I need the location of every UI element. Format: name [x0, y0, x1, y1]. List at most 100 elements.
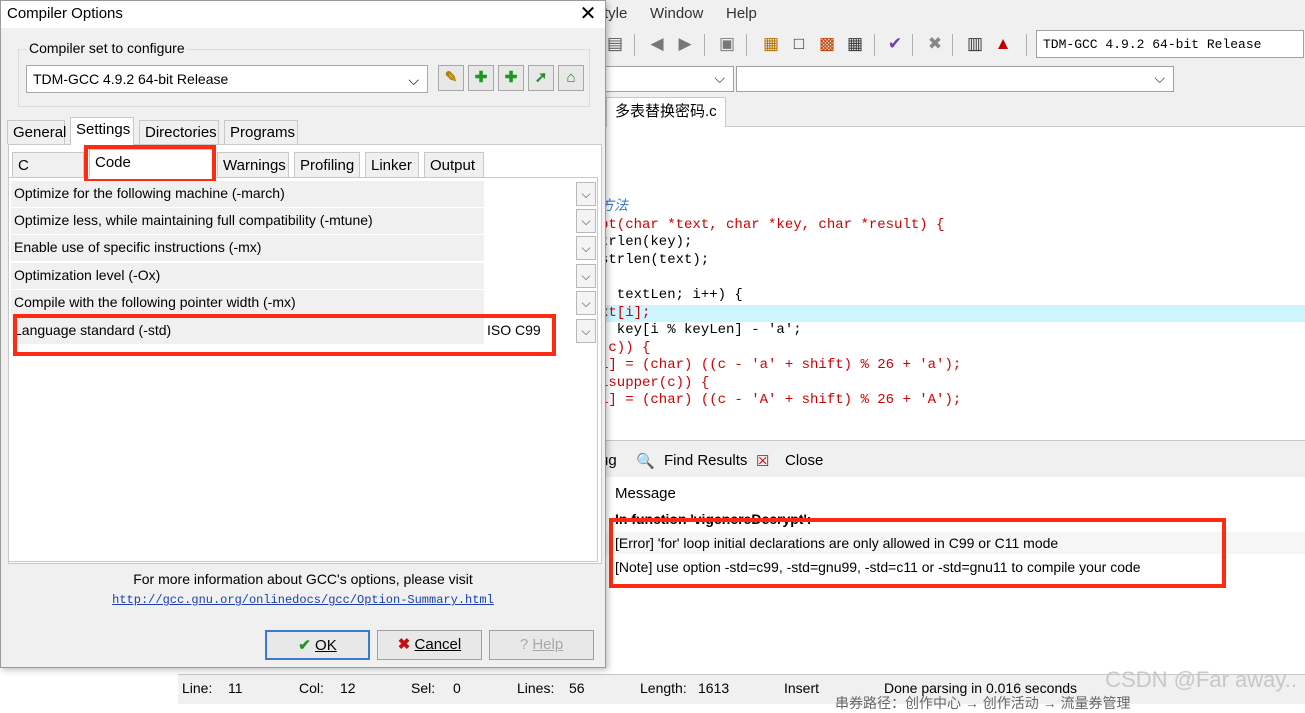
- compiler-set-select[interactable]: TDM-GCC 4.9.2 64-bit Release ⌵: [26, 65, 428, 93]
- ide-combo-bar: ⌵ ⌵: [600, 62, 1305, 96]
- status-line-label: Line:: [182, 680, 213, 696]
- status-length: 1613: [698, 680, 730, 696]
- chevron-down-icon[interactable]: ⌵: [576, 209, 596, 233]
- code-line: i] = (char) ((c - 'a' + shift) % 26 + 'a…: [600, 357, 962, 373]
- tab-close[interactable]: Close: [785, 452, 823, 469]
- menu-help[interactable]: Help: [726, 5, 757, 22]
- code-line: pt(char *text, char *key, char *result) …: [600, 217, 945, 233]
- code-line: i] = (char) ((c - 'A' + shift) % 26 + 'A…: [600, 392, 962, 408]
- status-sel: 0: [453, 680, 461, 696]
- subtab-c-options[interactable]: C options: [12, 152, 84, 199]
- info-text: For more information about GCC's options…: [133, 571, 473, 587]
- toolbar-separator: [746, 34, 747, 56]
- toolbar-separator: [874, 34, 875, 56]
- member-select[interactable]: ⌵: [736, 66, 1174, 92]
- code-line: isupper(c)) {: [600, 375, 710, 391]
- ok-label: OK: [315, 637, 337, 654]
- chevron-down-icon[interactable]: ⌵: [576, 291, 596, 315]
- help-button[interactable]: ? Help: [489, 630, 594, 660]
- tab-programs[interactable]: Programs: [224, 120, 298, 144]
- status-col: 12: [340, 680, 356, 696]
- rename-set-icon[interactable]: ✎: [438, 65, 464, 91]
- chevron-down-icon: ⌵: [408, 72, 419, 88]
- add-set-icon[interactable]: ✚: [468, 65, 494, 91]
- code-line: key[i % keyLen] - 'a';: [600, 322, 802, 338]
- toolbar-separator: [634, 34, 635, 56]
- cancel-button[interactable]: ✖ Cancel: [377, 630, 482, 660]
- chevron-down-icon[interactable]: ⌵: [576, 319, 596, 343]
- bottom-crumb: 串券路径：创作中心 → 创作活动 → 流量券管理: [835, 695, 1131, 711]
- help-label: Help: [532, 636, 564, 653]
- message-header[interactable]: Message: [615, 485, 676, 502]
- toolbar-separator: [952, 34, 953, 56]
- menu-window[interactable]: Window: [650, 5, 703, 22]
- status-mode: Insert: [784, 680, 820, 696]
- subtab-profiling[interactable]: Profiling: [294, 152, 360, 177]
- color-grid-icon[interactable]: ▩: [816, 33, 838, 55]
- compiler-select[interactable]: TDM-GCC 4.9.2 64-bit Release: [1036, 30, 1304, 58]
- ok-button[interactable]: ✔ OK: [265, 630, 370, 660]
- compiler-options-dialog: Compiler Options ✕ Compiler set to confi…: [0, 0, 606, 668]
- subtab-warnings[interactable]: Warnings: [217, 152, 289, 177]
- layout-icon[interactable]: ▦: [760, 33, 782, 55]
- chart-icon[interactable]: ▥: [964, 33, 986, 55]
- code-editor[interactable]: 方法 pt(char *text, char *key, char *resul…: [600, 127, 1305, 440]
- option-row-mx[interactable]: Enable use of specific instructions (-mx…: [11, 235, 484, 261]
- menu-style[interactable]: tyle: [604, 5, 627, 22]
- code-line: trlen(key);: [600, 234, 693, 250]
- option-row-ox[interactable]: Optimization level (-Ox): [11, 263, 484, 289]
- tab-settings[interactable]: Settings: [70, 117, 134, 145]
- status-lines: 56: [569, 680, 585, 696]
- chevron-down-icon[interactable]: ⌵: [576, 264, 596, 288]
- rename-arrow-icon[interactable]: ➚: [528, 65, 554, 91]
- gcc-options-link[interactable]: http://gcc.gnu.org/onlinedocs/gcc/Option…: [1, 593, 605, 607]
- tab-directories[interactable]: Directories: [139, 120, 219, 144]
- compiler-set-value: TDM-GCC 4.9.2 64-bit Release: [33, 71, 229, 87]
- file-tab[interactable]: 多表替换密码.c: [606, 97, 726, 128]
- status-length-label: Length:: [640, 680, 687, 696]
- code-line: 方法: [600, 199, 628, 215]
- toolbar-separator: [1026, 34, 1027, 56]
- chevron-down-icon: ⌵: [714, 70, 725, 86]
- status-sel-label: Sel:: [411, 680, 436, 696]
- toolbar-separator: [912, 34, 913, 56]
- option-row-march[interactable]: Optimize for the following machine (-mar…: [11, 181, 484, 207]
- group-label: Compiler set to configure: [27, 40, 187, 56]
- cancel-x-icon: ✖: [397, 636, 411, 653]
- compiler-messages: Message In function 'vigenereDecrypt': […: [600, 477, 1305, 670]
- delete-set-icon[interactable]: ⌂: [558, 65, 584, 91]
- ide-menubar: tyle Window Help: [600, 0, 1305, 28]
- cancel-label: Cancel: [414, 636, 462, 653]
- code-line: strlen(text);: [600, 252, 710, 268]
- option-label: Enable use of specific instructions (-mx…: [14, 239, 262, 255]
- option-row-pointer-width[interactable]: Compile with the following pointer width…: [11, 290, 484, 316]
- error-highlight-box: [609, 518, 1226, 588]
- indent-icon[interactable]: ◀: [646, 33, 668, 55]
- checkmark-icon: ✔: [298, 637, 311, 654]
- tiles-icon[interactable]: ▦: [844, 33, 866, 55]
- window-icon[interactable]: □: [788, 33, 810, 55]
- code-line-current: xt[i];: [600, 305, 1305, 322]
- profile-icon[interactable]: ▲: [992, 33, 1014, 55]
- check-icon[interactable]: ✔: [884, 33, 906, 55]
- add-folder-set-icon[interactable]: ✚: [498, 65, 524, 91]
- subtab-linker[interactable]: Linker: [365, 152, 419, 177]
- option-row-mtune[interactable]: Optimize less, while maintaining full co…: [11, 208, 484, 234]
- tab-find-results[interactable]: Find Results: [664, 452, 747, 469]
- option-label: Optimize for the following machine (-mar…: [14, 185, 285, 201]
- message-tab-bar: ug 🔍 Find Results ☒ Close: [600, 440, 1305, 478]
- chevron-down-icon: ⌵: [1154, 70, 1165, 86]
- chevron-down-icon[interactable]: ⌵: [576, 182, 596, 206]
- std-highlight-box: [13, 314, 556, 356]
- class-select[interactable]: ⌵: [604, 66, 734, 92]
- delete-icon[interactable]: ✖: [924, 33, 946, 55]
- close-icon[interactable]: ✕: [575, 1, 601, 27]
- tab-general[interactable]: General: [7, 120, 66, 144]
- subtab-output[interactable]: Output: [424, 152, 484, 177]
- chevron-down-icon[interactable]: ⌵: [576, 236, 596, 260]
- help-icon: ?: [519, 636, 529, 653]
- bookmark-icon[interactable]: ▣: [716, 33, 738, 55]
- unindent-icon[interactable]: ▶: [674, 33, 696, 55]
- toolbar-icon[interactable]: ▤: [604, 33, 626, 55]
- option-label: Optimization level (-Ox): [14, 267, 161, 283]
